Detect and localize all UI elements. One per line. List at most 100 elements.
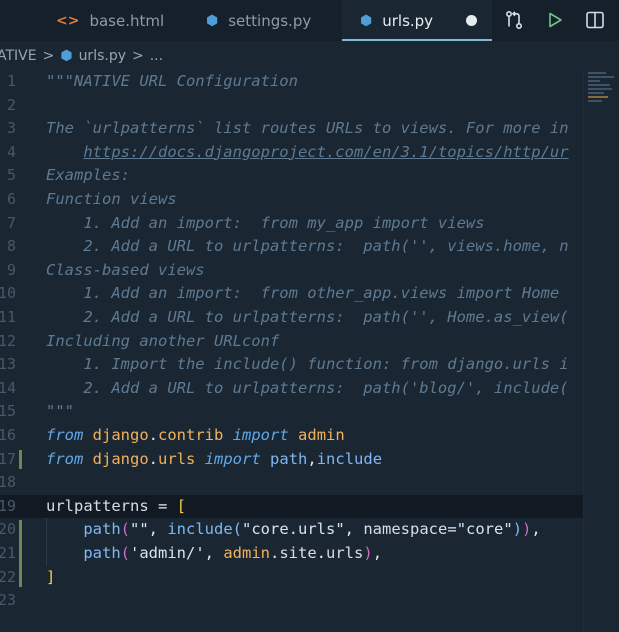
code-line[interactable]: 7 1. Add an import: from my_app import v… — [0, 212, 583, 236]
code-text: urlpatterns = [ — [46, 495, 186, 519]
code-line[interactable]: 12 Including another URLconf — [0, 330, 583, 354]
code-line[interactable]: 6 Function views — [0, 188, 583, 212]
line-number: 3 — [6, 119, 16, 138]
code-token: path — [83, 544, 121, 562]
code-token: Class-based views — [46, 260, 205, 279]
code-text: Function views — [46, 188, 177, 212]
line-number: 5 — [6, 166, 16, 185]
breadcrumb-file[interactable]: urls.py — [79, 48, 126, 64]
code-line[interactable]: 19 urlpatterns = [ — [0, 494, 583, 519]
tab-label: base.html — [89, 11, 165, 30]
line-number: 16 — [0, 426, 16, 444]
code-line[interactable]: 8 2. Add a URL to urlpatterns: path('', … — [0, 235, 583, 259]
code-text: 2. Add a URL to urlpatterns: path('', Ho… — [46, 306, 569, 330]
code-text: Including another URLconf — [46, 330, 279, 354]
unsaved-changes-dot-icon[interactable] — [466, 15, 477, 26]
code-token: The `urlpatterns` list routes URLs to vi… — [46, 119, 569, 138]
run-icon[interactable] — [544, 9, 566, 31]
code-token: path — [270, 449, 308, 468]
code-token: 1. Import the include() function: from d… — [46, 355, 569, 374]
code-line[interactable]: 4 https://docs.djangoproject.com/en/3.1/… — [0, 141, 583, 165]
code-line[interactable]: 5 Examples: — [0, 164, 583, 188]
code-line[interactable]: 21 path('admin/', admin.site.urls), — [0, 542, 583, 566]
code-token: urls — [158, 449, 196, 468]
code-text: from django.urls import path,include — [46, 448, 382, 472]
breadcrumb-more[interactable]: ... — [150, 48, 163, 64]
code-token: include — [316, 449, 383, 468]
breadcrumb-separator: > — [132, 48, 144, 64]
code-line[interactable]: 18 — [0, 471, 583, 495]
code-line[interactable]: 17 from django.urls import path,include — [0, 448, 583, 472]
code-line[interactable]: 15 """ — [0, 400, 583, 424]
line-number: 23 — [0, 591, 16, 610]
code-line[interactable]: 20 path("", include("core.urls", namespa… — [0, 518, 583, 542]
code-token: ( — [120, 544, 130, 562]
line-number: 17 — [0, 449, 16, 468]
code-line[interactable]: 16 from django.contrib import admin — [0, 424, 583, 448]
code-token: 2. Add a URL to urlpatterns: path('', Ho… — [46, 308, 569, 326]
tab-settings-py[interactable]: ⬢ settings.py — [206, 0, 342, 41]
code-line[interactable]: 9 Class-based views — [0, 259, 583, 283]
minimap[interactable] — [588, 70, 619, 114]
code-token: Including another URLconf — [46, 331, 280, 350]
indent-guide — [46, 518, 47, 566]
breadcrumb-folder[interactable]: ATIVE — [0, 48, 37, 64]
code-token: ) — [512, 520, 523, 539]
split-editor-icon[interactable] — [584, 9, 606, 31]
code-token: , — [204, 544, 224, 562]
open-changes-icon[interactable] — [503, 9, 525, 31]
code-text: path("", include("core.urls", namespace=… — [46, 518, 541, 542]
code-token: include — [167, 520, 233, 539]
code-token: Examples: — [46, 166, 130, 185]
code-token: . — [316, 544, 327, 562]
line-number: 6 — [6, 190, 16, 208]
code-token: , — [531, 520, 541, 539]
code-line[interactable]: 23 — [0, 589, 583, 613]
tab-bar: <> base.html ⬢ settings.py ⬢ urls.py — [0, 0, 619, 41]
code-text: ] — [46, 566, 55, 590]
code-line[interactable]: 14 2. Add a URL to urlpatterns: path('bl… — [0, 377, 583, 401]
code-token: from — [46, 449, 84, 468]
code-token: ] — [46, 567, 56, 586]
code-token: urls — [326, 544, 364, 562]
code-token: "core" — [456, 520, 513, 539]
code-editor[interactable]: 1 """NATIVE URL Configuration 2 3 The `urlpa… — [0, 70, 619, 632]
code-line[interactable]: 2 — [0, 94, 583, 118]
code-line[interactable]: 22] — [0, 566, 583, 590]
tab-base-html[interactable]: <> base.html — [56, 0, 206, 41]
code-line[interactable]: 11 2. Add a URL to urlpatterns: path('',… — [0, 306, 583, 330]
code-token: import — [204, 449, 261, 468]
git-modified-marker[interactable] — [19, 520, 22, 588]
code-token: 2. Add a URL to urlpatterns: path('blog/… — [46, 378, 569, 397]
git-modified-marker[interactable] — [19, 449, 22, 470]
line-number: 14 — [0, 378, 16, 397]
line-number: 10 — [0, 284, 16, 303]
code-text: """NATIVE URL Configuration — [46, 70, 298, 94]
code-token: = — [447, 520, 457, 539]
python-file-icon: ⬢ — [60, 48, 73, 64]
code-token: path — [83, 520, 121, 539]
line-number: 7 — [6, 213, 16, 232]
code-token: """NATIVE URL Configuration — [46, 72, 298, 90]
code-text: 2. Add a URL to urlpatterns: path('', vi… — [46, 235, 568, 259]
code-line[interactable]: 1 """NATIVE URL Configuration — [0, 70, 583, 94]
code-token: django — [92, 426, 149, 444]
line-number: 13 — [0, 355, 16, 374]
line-number: 4 — [6, 142, 16, 161]
code-line[interactable]: 13 1. Import the include() function: fro… — [0, 353, 583, 377]
code-line[interactable]: 3 The `urlpatterns` list routes URLs to v… — [0, 117, 583, 141]
code-line[interactable]: 10 1. Add an import: from other_app.view… — [0, 282, 583, 306]
code-token: . — [148, 426, 159, 444]
code-token: django — [92, 449, 149, 468]
code-token: import — [232, 426, 289, 444]
code-token: Function views — [46, 190, 177, 208]
python-file-icon: ⬢ — [360, 12, 373, 29]
code-token: ) — [363, 544, 373, 562]
